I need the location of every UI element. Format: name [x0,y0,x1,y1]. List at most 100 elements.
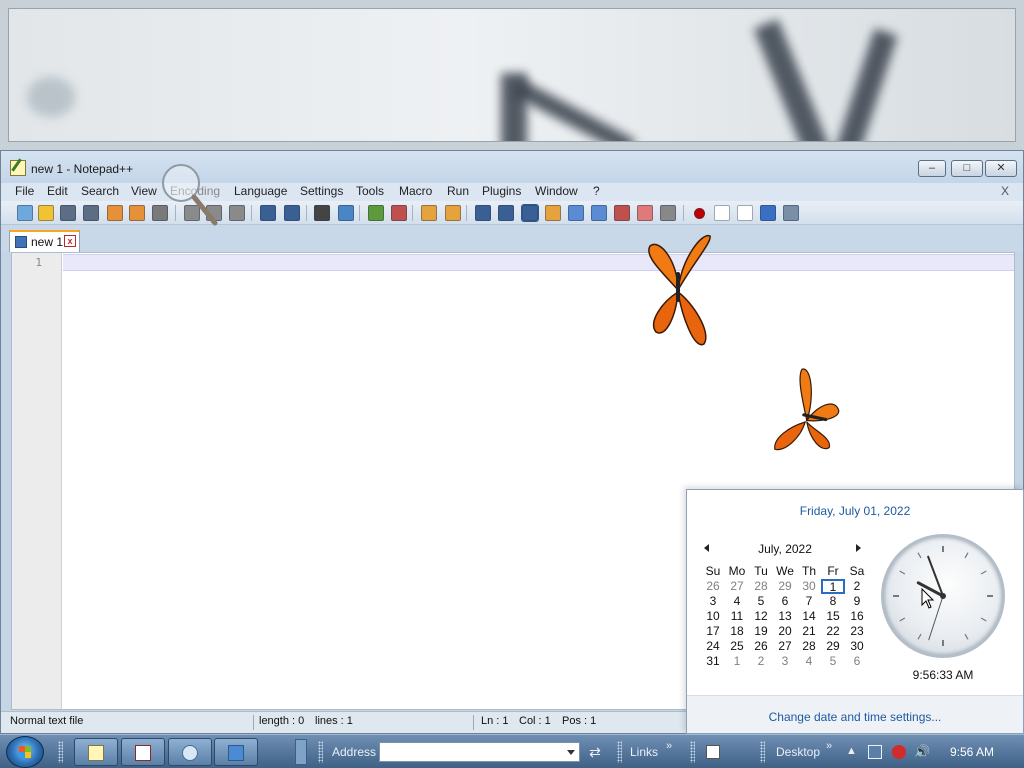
menu-plugins[interactable]: Plugins [482,184,521,198]
calendar-day[interactable]: 8 [821,594,845,609]
calendar-day[interactable]: 3 [773,654,797,669]
calendar-day[interactable]: 29 [773,579,797,594]
volume-icon[interactable]: 🔊 [914,745,930,759]
links-label[interactable]: Links [630,745,658,759]
all-chars-icon[interactable] [498,205,514,221]
calendar-day[interactable]: 5 [821,654,845,669]
menu-tools[interactable]: Tools [356,184,384,198]
redo-icon[interactable] [284,205,300,221]
calendar-day[interactable]: 12 [749,609,773,624]
undo-icon[interactable] [260,205,276,221]
calendar-day[interactable]: 6 [773,594,797,609]
close-all-icon[interactable] [129,205,145,221]
toolbar-grip[interactable] [318,741,323,763]
calendar-month[interactable]: July, 2022 [721,542,849,556]
menu-file[interactable]: File [15,184,34,198]
doc-list-icon[interactable] [591,205,607,221]
find-icon[interactable] [314,205,330,221]
zoom-out-icon[interactable] [391,205,407,221]
taskbar-app-button[interactable] [214,738,258,766]
desktop-label[interactable]: Desktop [776,745,820,759]
sync-h-icon[interactable] [445,205,461,221]
calendar-day[interactable]: 11 [725,609,749,624]
close-window-button[interactable]: ✕ [985,160,1017,177]
menu-settings[interactable]: Settings [300,184,343,198]
calendar-day[interactable]: 4 [797,654,821,669]
network-error-icon[interactable] [892,745,906,759]
calendar-day[interactable]: 6 [845,654,869,669]
menu-run[interactable]: Run [447,184,469,198]
stop-macro-icon[interactable] [714,205,730,221]
calendar-day[interactable]: 3 [701,594,725,609]
tab-new-1[interactable]: new 1 x [9,230,80,252]
dropdown-arrow-icon[interactable] [567,750,575,755]
calendar-day[interactable]: 22 [821,624,845,639]
save-macro-icon[interactable] [783,205,799,221]
taskbar-grip[interactable] [58,741,63,763]
menu-edit[interactable]: Edit [47,184,68,198]
calendar-day[interactable]: 28 [749,579,773,594]
calendar-day[interactable]: 20 [773,624,797,639]
minimize-button[interactable]: – [918,160,946,177]
calendar-day[interactable]: 21 [797,624,821,639]
notepadpp-app-icon[interactable] [10,160,26,176]
calendar-day[interactable]: 24 [701,639,725,654]
toolbar-grip[interactable] [690,741,695,763]
calendar-day[interactable]: 10 [701,609,725,624]
replace-icon[interactable] [338,205,354,221]
calendar-day[interactable]: 19 [749,624,773,639]
calendar-day[interactable]: 26 [749,639,773,654]
start-button[interactable] [6,736,44,768]
links-chevron-icon[interactable]: » [666,740,672,752]
calendar-day[interactable]: 28 [797,639,821,654]
indent-guide-icon[interactable] [521,204,539,222]
close-icon[interactable] [107,205,123,221]
menu-window[interactable]: Window [535,184,578,198]
flyout-date[interactable]: Friday, July 01, 2022 [687,504,1023,518]
new-file-icon[interactable] [17,205,33,221]
tray-clock[interactable]: 9:56 AM [950,745,994,759]
monitor-icon[interactable] [660,205,676,221]
tray-expand-icon[interactable]: ▲ [846,745,857,757]
calendar-day[interactable]: 2 [749,654,773,669]
menu-view[interactable]: View [131,184,157,198]
save-icon[interactable] [60,205,76,221]
notepad-quicklaunch-icon[interactable] [706,745,720,759]
change-date-time-link[interactable]: Change date and time settings... [687,710,1023,724]
desktop-chevron-icon[interactable]: » [826,740,832,752]
zoom-in-icon[interactable] [368,205,384,221]
calendar-day[interactable]: 1 [725,654,749,669]
toolbar-grip[interactable] [760,741,765,763]
calendar-day[interactable]: 23 [845,624,869,639]
menu-macro[interactable]: Macro [399,184,432,198]
network-icon[interactable] [868,745,882,759]
wrap-icon[interactable] [475,205,491,221]
calendar-day[interactable]: 7 [797,594,821,609]
calendar-day[interactable]: 18 [725,624,749,639]
calendar-day[interactable]: 5 [749,594,773,609]
calendar-day[interactable]: 26 [701,579,725,594]
paste-icon[interactable] [229,205,245,221]
taskbar-notepadpp-button[interactable] [74,738,118,766]
calendar-today[interactable]: 1 [821,579,845,594]
go-arrow-icon[interactable]: ⇄ [586,743,604,761]
next-month-icon[interactable] [856,544,861,552]
calendar-day[interactable]: 17 [701,624,725,639]
calendar-day[interactable]: 4 [725,594,749,609]
taskbar-scroll-button[interactable] [295,739,307,765]
menu-language[interactable]: Language [234,184,287,198]
record-macro-icon[interactable] [694,208,705,219]
save-all-icon[interactable] [83,205,99,221]
run-macro-multiple-icon[interactable] [760,205,776,221]
calendar-day[interactable]: 13 [773,609,797,624]
calendar-day[interactable]: 27 [773,639,797,654]
calendar-day[interactable]: 25 [725,639,749,654]
function-list-icon[interactable] [614,205,630,221]
calendar-day[interactable]: 9 [845,594,869,609]
calendar-day[interactable]: 15 [821,609,845,624]
close-document-button[interactable]: X [1001,184,1009,198]
calendar-day[interactable]: 16 [845,609,869,624]
open-file-icon[interactable] [38,205,54,221]
sync-v-icon[interactable] [421,205,437,221]
calendar-day[interactable]: 29 [821,639,845,654]
